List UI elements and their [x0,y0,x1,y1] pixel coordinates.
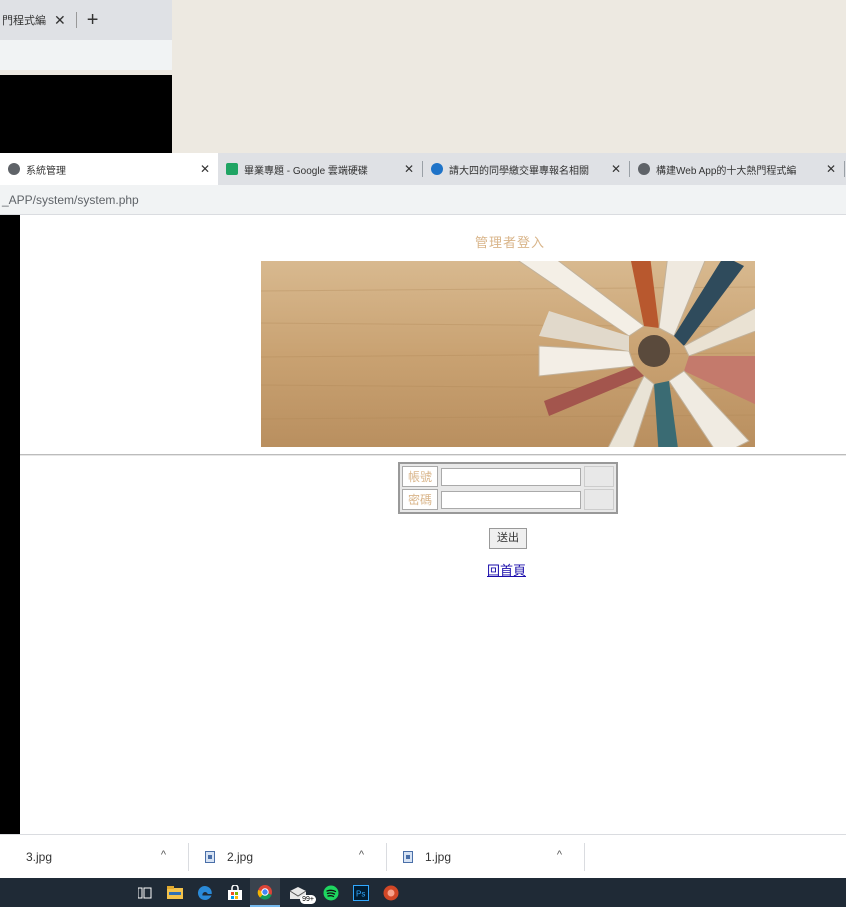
login-form: 帳號 密碼 [398,462,618,514]
home-link[interactable]: 回首頁 [487,560,526,579]
windows-taskbar: 99+ Ps [0,878,846,907]
chevron-up-icon[interactable]: ^ [557,849,562,861]
password-label: 密碼 [402,489,438,510]
account-row: 帳號 [402,466,614,487]
svg-text:Ps: Ps [356,889,365,898]
back-window-tabbar: 門程式編 ✕ + [0,0,172,40]
close-icon[interactable]: ✕ [826,162,836,176]
browser-window: 系統管理 ✕ 畢業專題 - Google 雲端硬碟 ✕ 請大四的同學繳交畢專報名… [0,153,846,873]
download-item[interactable]: 3.jpg ^ [0,835,188,879]
mail-icon[interactable]: 99+ [280,878,316,907]
file-explorer-icon[interactable] [160,878,190,907]
back-window-addressbar [0,40,172,70]
address-bar[interactable]: _APP/system/system.php [0,185,846,215]
divider-line [20,454,846,456]
chevron-up-icon[interactable]: ^ [161,849,166,861]
close-icon[interactable]: ✕ [200,162,210,176]
store-icon[interactable] [220,878,250,907]
download-filename: 1.jpg [425,849,452,864]
edge-icon[interactable] [190,878,220,907]
edge-icon [431,163,443,175]
submit-button[interactable]: 送出 [489,528,527,549]
close-icon[interactable]: ✕ [404,162,414,176]
books-banner-image [261,261,755,447]
task-view-icon[interactable] [130,878,160,907]
globe-icon [8,163,20,175]
download-item[interactable]: 2.jpg ^ [189,835,386,879]
globe-icon [638,163,650,175]
tab-divider [75,12,77,28]
mail-unread-badge: 99+ [300,895,316,904]
account-input[interactable] [441,467,581,486]
tab-system-admin[interactable]: 系統管理 ✕ [0,153,218,185]
account-label: 帳號 [402,466,438,487]
url-text[interactable]: _APP/system/system.php [2,193,139,207]
image-file-icon [403,850,413,863]
tab-title: 請大四的同學繳交畢專報名相關 [449,165,589,177]
tab-strip: 系統管理 ✕ 畢業專題 - Google 雲端硬碟 ✕ 請大四的同學繳交畢專報名… [0,153,846,185]
powerpoint-icon[interactable] [376,878,406,907]
chrome-icon[interactable] [250,878,280,907]
tab-divider [844,161,845,177]
tab-google-drive[interactable]: 畢業專題 - Google 雲端硬碟 ✕ [218,153,422,185]
image-file-icon [205,850,215,863]
new-tab-button[interactable]: + [87,10,99,30]
photoshop-icon[interactable]: Ps [346,878,376,907]
close-icon[interactable]: ✕ [611,162,621,176]
download-item[interactable]: 1.jpg ^ [387,835,584,879]
downloads-bar: 3.jpg ^ 2.jpg ^ 1.jpg ^ [0,834,846,878]
download-filename: 3.jpg [26,849,53,864]
google-drive-icon [226,163,238,175]
tab-web-app-article[interactable]: 構建Web App的十大熱門程式編 ✕ [630,153,844,185]
tab-title: 構建Web App的十大熱門程式編 [656,165,797,177]
tab-title: 畢業專題 - Google 雲端硬碟 [244,165,368,177]
tab-title: 系統管理 [26,165,66,177]
download-divider [584,842,585,871]
page-title: 管理者登入 [474,235,545,250]
password-row: 密碼 [402,489,614,510]
chevron-up-icon[interactable]: ^ [359,849,364,861]
back-tab-title[interactable]: 門程式編 [2,12,46,28]
spotify-icon[interactable] [316,878,346,907]
download-filename: 2.jpg [227,849,254,864]
tab-graduation-notice[interactable]: 請大四的同學繳交畢專報名相關 ✕ [423,153,629,185]
password-input[interactable] [441,490,581,509]
close-icon[interactable]: ✕ [54,12,66,29]
page-content: 管理者登入 帳號 密碼 送出 回首頁 [20,216,846,836]
